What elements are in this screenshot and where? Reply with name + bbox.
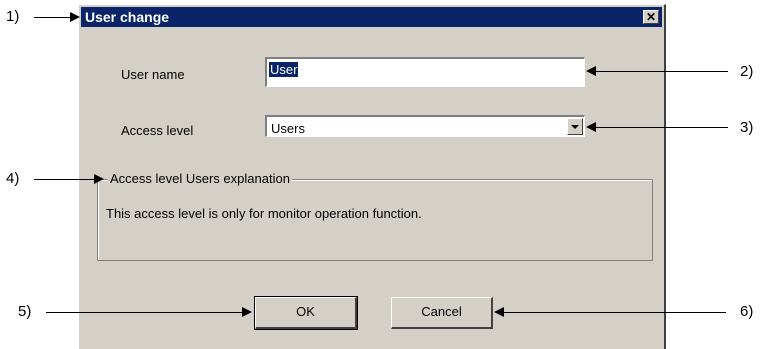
callout-label-2: 2) [740,63,754,80]
arrowhead-right-icon [70,12,80,22]
dialog-title: User change [85,9,170,25]
callout-label-4: 4) [6,170,20,187]
callout-arrow-6 [504,312,726,313]
callout-label-5: 5) [18,303,32,320]
user-name-field[interactable]: User [265,57,585,87]
dropdown-button[interactable] [567,118,583,135]
access-level-select[interactable]: Users [265,115,585,137]
group-title: Access level Users explanation [108,171,292,186]
title-bar: User change ✕ [81,7,662,27]
user-name-label: User name [121,67,185,82]
arrowhead-left-icon [494,307,504,317]
callout-arrow-4 [34,179,94,180]
arrowhead-right-icon [242,307,252,317]
user-change-dialog: User change ✕ User name User Access leve… [78,4,666,349]
callout-label-1: 1) [6,8,20,25]
close-icon: ✕ [645,10,657,24]
chevron-down-icon [571,125,579,129]
arrowhead-left-icon [586,122,596,132]
callout-label-3: 3) [740,119,754,136]
callout-arrow-3 [596,127,728,128]
access-level-explanation-text: This access level is only for monitor op… [106,206,422,221]
access-level-explanation-group: Access level Users explanation This acce… [97,171,653,261]
arrowhead-left-icon [586,66,596,76]
access-level-label: Access level [121,123,194,138]
callout-arrow-1 [34,17,70,18]
callout-label-6: 6) [740,303,754,320]
callout-arrow-5 [46,312,242,313]
arrowhead-right-icon [94,174,104,184]
callout-arrow-2 [596,71,728,72]
close-button[interactable]: ✕ [643,10,659,24]
user-name-value: User [269,62,299,77]
access-level-value: Users [271,121,305,136]
cancel-button[interactable]: Cancel [391,297,493,329]
ok-button[interactable]: OK [254,296,358,330]
